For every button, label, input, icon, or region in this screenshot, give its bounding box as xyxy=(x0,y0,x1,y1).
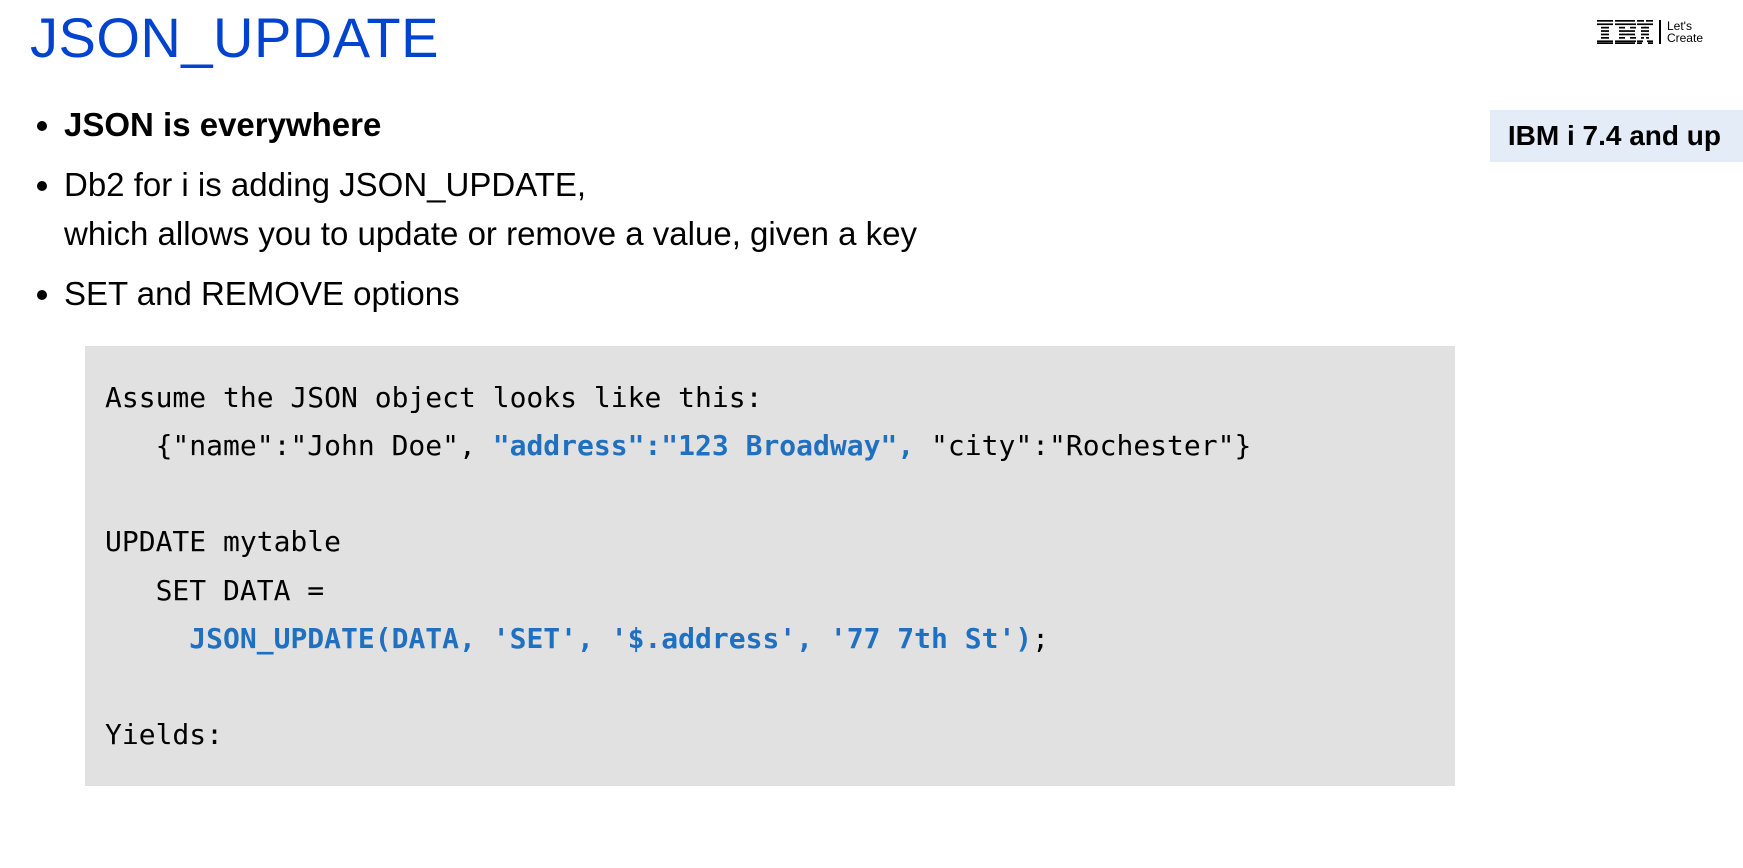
brand-tagline: Let's Create xyxy=(1667,20,1703,44)
code-line-2c: "city":"Rochester"} xyxy=(914,429,1251,462)
bullet-text-3: SET and REMOVE options xyxy=(64,275,460,312)
bullet-list: JSON is everywhere Db2 for i is adding J… xyxy=(30,100,1064,328)
bullet-item-3: SET and REMOVE options xyxy=(64,269,1064,319)
code-line-5: SET DATA = xyxy=(105,574,324,607)
code-line-4: UPDATE mytable xyxy=(105,525,341,558)
brand-separator xyxy=(1659,20,1661,44)
brand-block: Let's Create xyxy=(1597,20,1703,44)
bullet-text-2b: which allows you to update or remove a v… xyxy=(64,209,1064,259)
bullet-text-1: JSON is everywhere xyxy=(64,106,381,143)
code-line-2b: "address":"123 Broadway", xyxy=(493,429,914,462)
ibm-logo-icon xyxy=(1597,20,1653,44)
code-line-6b: JSON_UPDATE(DATA, 'SET', '$.address', '7… xyxy=(189,622,1032,655)
bullet-text-2a: Db2 for i is adding JSON_UPDATE, xyxy=(64,160,1064,210)
code-line-1: Assume the JSON object looks like this: xyxy=(105,381,762,414)
bullet-item-1: JSON is everywhere xyxy=(64,100,1064,150)
code-line-2a: {"name":"John Doe", xyxy=(105,429,493,462)
code-line-8: Yields: xyxy=(105,718,223,751)
slide: JSON_UPDATE Let's Create IBM i 7. xyxy=(0,0,1743,868)
code-line-6a xyxy=(105,622,189,655)
bullet-item-2: Db2 for i is adding JSON_UPDATE, which a… xyxy=(64,160,1064,259)
code-line-6c: ; xyxy=(1032,622,1049,655)
code-block: Assume the JSON object looks like this: … xyxy=(85,346,1455,786)
brand-tagline-line2: Create xyxy=(1667,32,1703,44)
version-badge: IBM i 7.4 and up xyxy=(1490,110,1743,162)
page-title: JSON_UPDATE xyxy=(30,5,439,70)
